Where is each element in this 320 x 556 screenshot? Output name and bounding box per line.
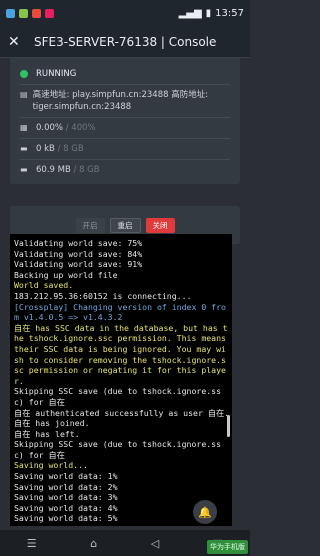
cpu-icon: ▦ — [20, 123, 28, 132]
cpu-row: ▦ 0.00% / 400% — [20, 122, 230, 134]
back-icon[interactable]: ◁ — [151, 537, 159, 550]
running-status: RUNNING — [20, 68, 230, 80]
restart-button[interactable]: 重启 — [109, 217, 141, 233]
msg-icon — [6, 8, 15, 18]
network-row: ▬ 0 kB / 8 GB — [20, 143, 230, 155]
status-dot-icon — [20, 70, 28, 78]
system-status-bar: ▂▄▆ ▮ 13:57 — [0, 0, 250, 26]
running-label: RUNNING — [36, 69, 77, 79]
memory-icon: ▬ — [20, 165, 28, 174]
console-line: Saving world data: 2% — [14, 481, 118, 492]
console-line: Saving world data: 1% — [14, 471, 118, 482]
console-line: Validating world save: 75% — [14, 238, 143, 248]
cpu-max: / 400% — [65, 123, 96, 133]
server-icon: ▤ — [20, 90, 28, 99]
console-line: Saving world data: 6% — [14, 524, 230, 526]
console-line: Skipping SSC save (due to tshock.ignore.… — [14, 439, 222, 460]
console-line: 自在 authenticated successfully as user 自在… — [14, 407, 230, 418]
console-line: Skipping SSC save (due to tshock.ignore.… — [14, 386, 222, 407]
disk-icon: ▬ — [20, 144, 28, 153]
start-button[interactable]: 开启 — [75, 217, 105, 233]
console-line: Saving world... — [14, 460, 88, 471]
memory-value: 60.9 MB — [36, 165, 71, 175]
app-icon — [45, 8, 54, 18]
address-text[interactable]: 高速地址: play.simpfun.cn:23488 高防地址: tiger.… — [33, 89, 230, 113]
watermark-badge: 华为手机版 — [207, 540, 248, 554]
console-line: Validating world save: 84% — [14, 248, 143, 259]
server-status-card: RUNNING ▤ 高速地址: play.simpfun.cn:23488 高防… — [10, 58, 240, 184]
console-line: 自在 has SSC data in the database, but has… — [14, 322, 231, 386]
shield-icon — [32, 8, 41, 18]
status-right: ▂▄▆ ▮ 13:57 — [179, 8, 244, 19]
memory-row: ▬ 60.9 MB / 8 GB — [20, 164, 230, 176]
console-line: World saved. — [14, 280, 74, 291]
console-line: 自在 has left. — [14, 428, 80, 439]
console-scrollbar[interactable] — [227, 415, 230, 437]
bell-icon[interactable]: 🔔 — [193, 500, 217, 524]
network-max: / 8 GB — [57, 144, 84, 154]
wifi-icon — [19, 8, 28, 18]
home-icon[interactable]: ⌂ — [90, 537, 97, 550]
console-line: [Crossplay] Changing version of index 0 … — [14, 301, 226, 323]
signal-icon: ▂▄▆ — [178, 7, 202, 19]
app-bar: ✕ SFE3-SERVER-76138 | Console — [0, 26, 250, 58]
stop-button[interactable]: 关闭 — [145, 217, 175, 233]
console-line: Backing up world file — [14, 269, 118, 280]
memory-max: / 8 GB — [73, 165, 100, 175]
console-line: Validating world save: 91% — [14, 259, 143, 270]
battery-icon: ▮ — [205, 7, 212, 19]
close-icon[interactable]: ✕ — [8, 34, 26, 50]
console-output[interactable]: Validating world save: 75% Validating wor… — [10, 234, 232, 526]
page-title: SFE3-SERVER-76138 | Console — [34, 34, 217, 49]
console-line: 183.212.95.36:60152 is connecting... — [14, 290, 192, 301]
menu-icon[interactable]: ☰ — [27, 537, 37, 550]
cpu-value: 0.00% — [36, 123, 64, 133]
console-line: 自在 has joined. — [14, 418, 90, 429]
clock: 13:57 — [215, 7, 244, 19]
status-icons — [6, 8, 179, 18]
address-row[interactable]: ▤ 高速地址: play.simpfun.cn:23488 高防地址: tige… — [20, 89, 230, 113]
network-value: 0 kB — [36, 144, 55, 154]
